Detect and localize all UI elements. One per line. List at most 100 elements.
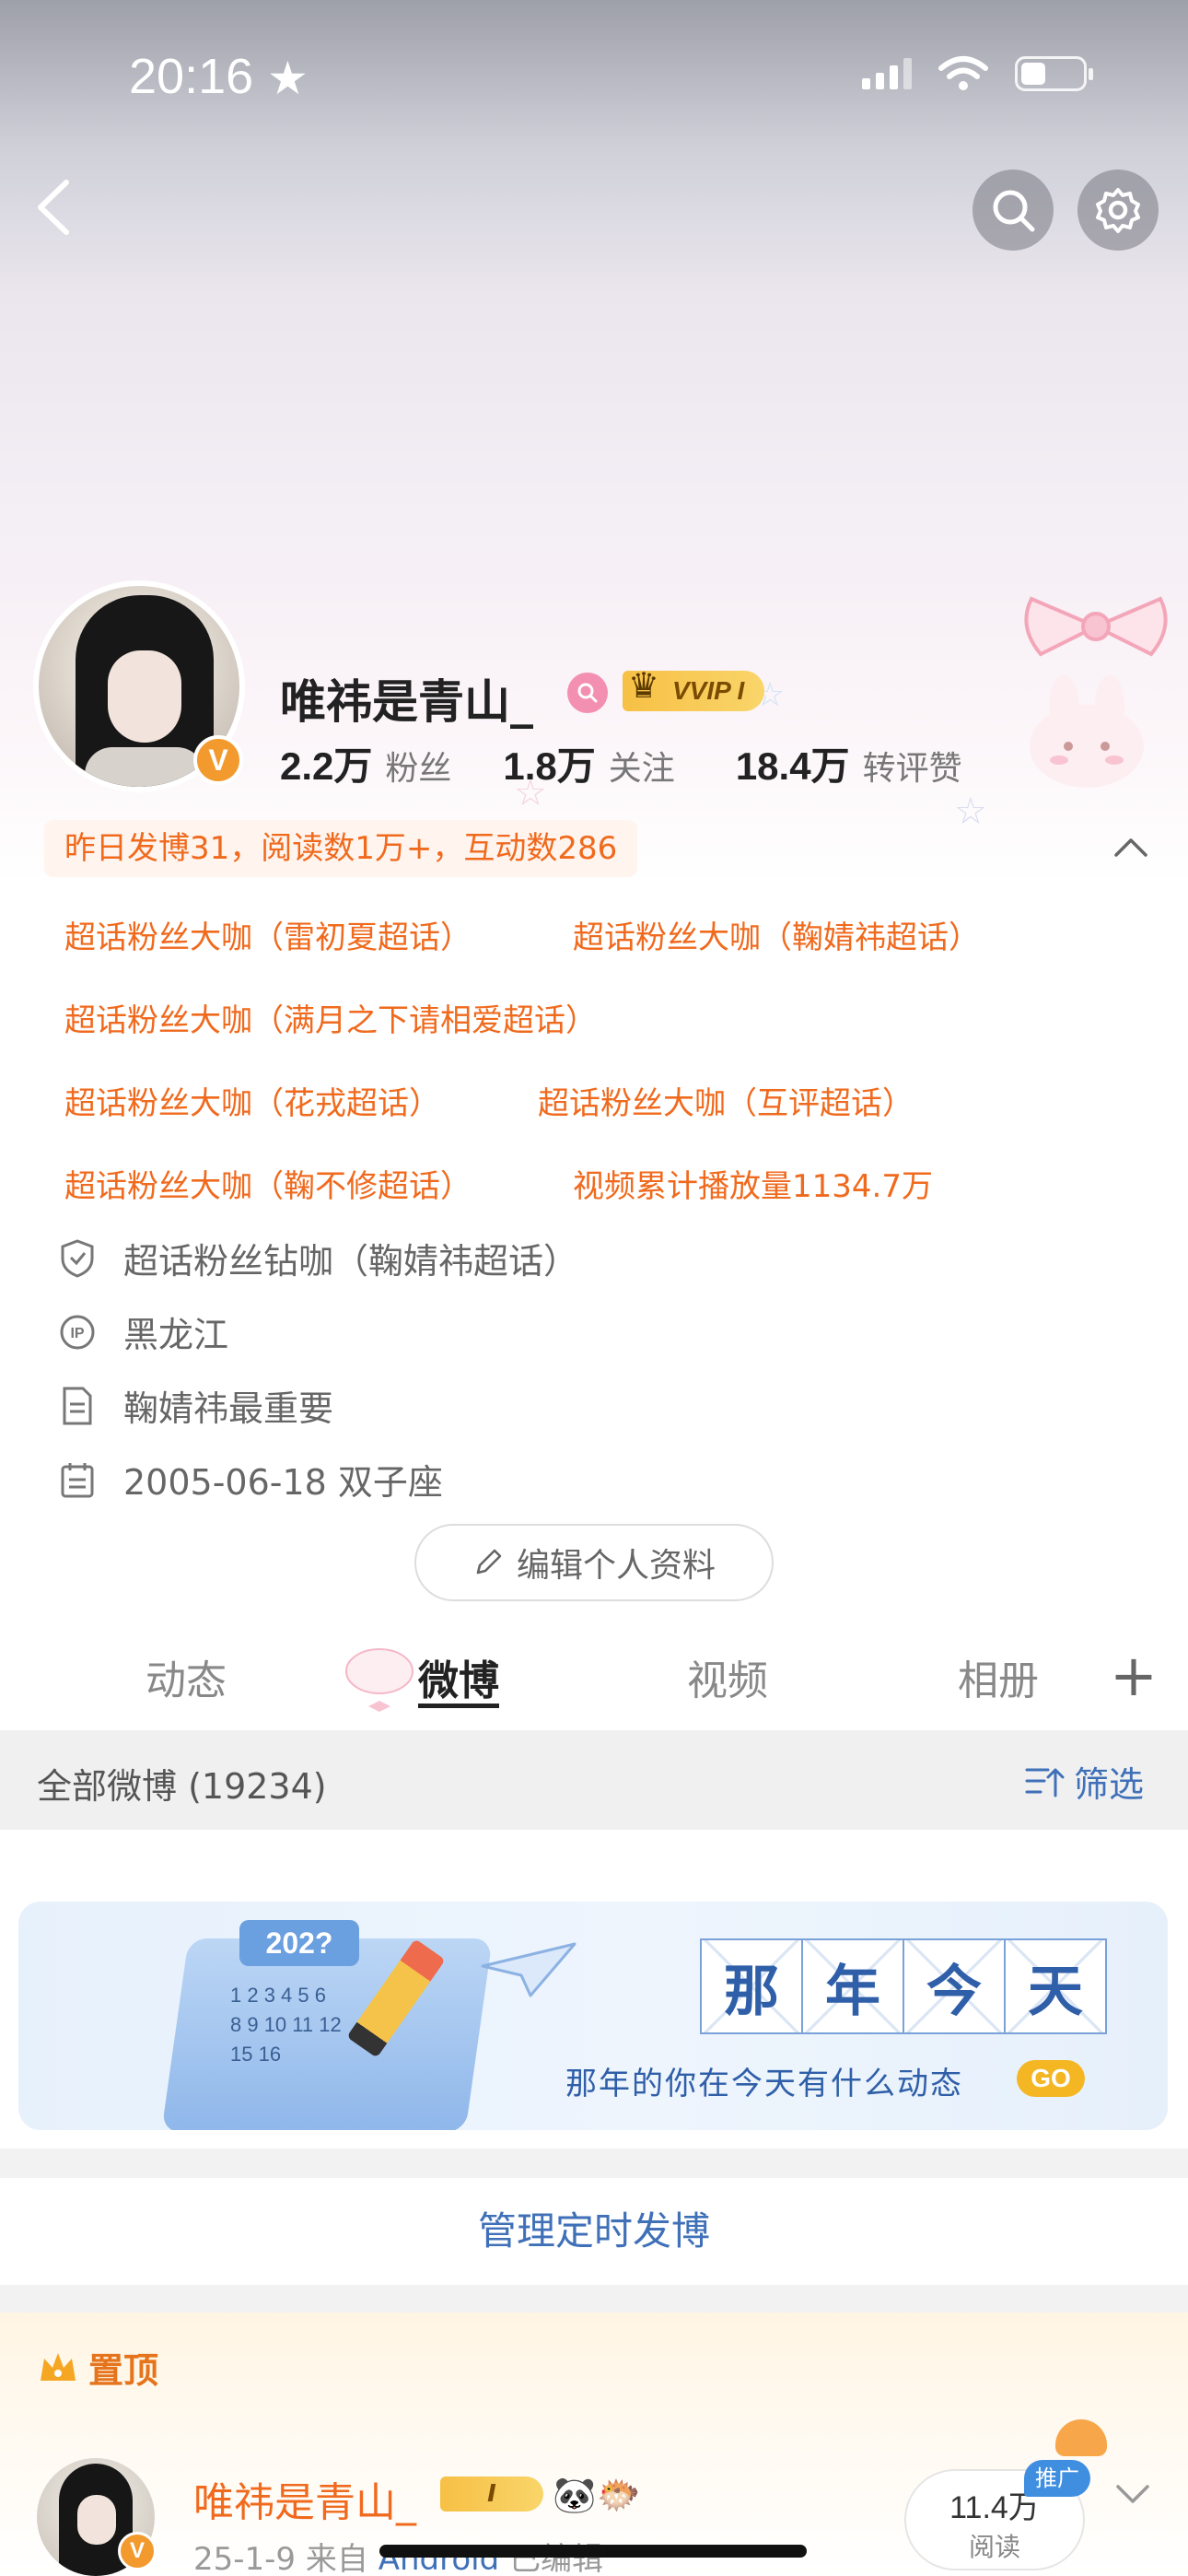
all-posts-count: 全部微博 (19234) xyxy=(37,1766,327,1807)
post-verified-badge: V xyxy=(118,2532,157,2570)
profile-tag[interactable]: 视频累计播放量1134.7万 xyxy=(573,1161,933,1206)
stat-label: 粉丝 xyxy=(385,750,452,788)
tab-album[interactable]: 相册 xyxy=(958,1647,1039,1706)
reads-label: 阅读 xyxy=(968,2532,1020,2562)
status-time: 20:16 xyxy=(129,49,254,104)
wifi-icon xyxy=(938,56,988,90)
info-row-ip: IP 黑龙江 xyxy=(57,1306,228,1357)
post-author[interactable]: 唯祎是青山_ xyxy=(193,2469,416,2528)
title-char: 那 xyxy=(700,1938,803,2034)
battery-icon xyxy=(1015,56,1093,91)
info-row-badge: 超话粉丝钻咖（鞠婧祎超话） xyxy=(57,1233,578,1283)
panda-icon: 🐼 xyxy=(553,2475,597,2515)
crown-icon xyxy=(41,2352,76,2381)
search-button[interactable] xyxy=(973,170,1054,251)
add-tab-icon[interactable]: + xyxy=(1110,1647,1158,1704)
stat-following[interactable]: 1.8万 关注 xyxy=(503,735,674,791)
shield-icon xyxy=(57,1238,98,1279)
status-icons xyxy=(862,55,1093,92)
post-date: 25-1-9 xyxy=(193,2541,297,2576)
bunny-decoration xyxy=(1030,675,1144,788)
username: 唯祎是青山_ xyxy=(280,675,533,729)
banner-subtitle: 那年的你在今天有什么动态 xyxy=(565,2066,963,2102)
svg-text:IP: IP xyxy=(70,1326,84,1341)
verified-badge: V xyxy=(193,735,243,785)
chevron-left-icon xyxy=(38,180,69,235)
filter-label: 筛选 xyxy=(1073,1764,1144,1805)
profile-tag[interactable]: 超话粉丝大咖（互评超话） xyxy=(538,1078,914,1123)
sleeping-cat-decoration xyxy=(1055,2419,1107,2456)
memory-banner[interactable]: 202? 1 2 3 4 5 6 8 9 10 11 12 15 16 那 年 … xyxy=(18,1902,1168,2130)
filter-icon xyxy=(1025,1768,1065,1797)
info-text: 超话粉丝钻咖（鞠婧祎超话） xyxy=(123,1241,579,1282)
pinned-text: 置顶 xyxy=(88,2350,159,2391)
info-text: 鞠婧祎最重要 xyxy=(123,1388,334,1429)
document-icon xyxy=(57,1386,98,1426)
info-row-birthday: 2005-06-18 双子座 xyxy=(57,1454,443,1505)
home-indicator[interactable] xyxy=(379,2545,807,2558)
calendar-icon xyxy=(57,1459,98,1500)
divider xyxy=(0,2285,1188,2313)
paper-plane-icon xyxy=(481,1942,577,1997)
calendar-row: 15 16 xyxy=(230,2043,282,2066)
fish-icon: 🐡 xyxy=(597,2475,641,2515)
settings-button[interactable] xyxy=(1077,170,1159,251)
filter-button[interactable]: 筛选 xyxy=(1024,1756,1144,1807)
pinned-post[interactable]: 置顶 唯祎是青山_ I 🐼 🐡 25-1-9 来自 Android 已编辑 11… xyxy=(0,2313,1188,2576)
stat-number: 1.8万 xyxy=(503,744,596,788)
profile-tag[interactable]: 超话粉丝大咖（雷初夏超话） xyxy=(64,912,472,957)
calendar-grid: 1 2 3 4 5 6 8 9 10 11 12 15 16 xyxy=(230,1981,342,2069)
stat-label: 关注 xyxy=(608,750,675,788)
divider xyxy=(0,2149,1188,2178)
star-decoration: ☆ xyxy=(954,790,987,833)
gear-icon xyxy=(1096,188,1140,233)
promote-tag[interactable]: 推广 xyxy=(1024,2460,1090,2497)
stat-followers[interactable]: 2.2万 粉丝 xyxy=(280,735,451,791)
feed-filter-bar: 全部微博 (19234) 筛选 xyxy=(0,1730,1188,1830)
title-char: 今 xyxy=(903,1938,1006,2034)
memory-banner-section: 202? 1 2 3 4 5 6 8 9 10 11 12 15 16 那 年 … xyxy=(0,1830,1188,2149)
chevron-down-icon[interactable] xyxy=(1114,2482,1151,2506)
tab-activity[interactable]: 动态 xyxy=(146,1647,227,1706)
info-row-bio: 鞠婧祎最重要 xyxy=(57,1380,333,1431)
title-char: 年 xyxy=(801,1938,904,2034)
stat-label: 转评赞 xyxy=(862,750,962,788)
pencil-icon xyxy=(476,1549,502,1575)
stat-number: 2.2万 xyxy=(280,744,373,788)
title-char: 天 xyxy=(1004,1938,1107,2034)
profile-tag[interactable]: 超话粉丝大咖（鞠婧祎超话） xyxy=(573,912,980,957)
daily-summary[interactable]: 昨日发博31，阅读数1万+，互动数286 xyxy=(44,820,638,877)
search-icon xyxy=(993,190,1035,232)
profile-tag[interactable]: 超话粉丝大咖（鞠不修超话） xyxy=(64,1161,472,1206)
stat-interactions[interactable]: 18.4万 转评赞 xyxy=(736,735,962,791)
magnifier-badge-icon[interactable] xyxy=(567,673,608,713)
tab-weibo[interactable]: 微博 xyxy=(418,1647,499,1706)
info-text: 2005-06-18 双子座 xyxy=(123,1462,443,1503)
edit-profile-button[interactable]: 编辑个人资料 xyxy=(414,1524,774,1601)
edit-profile-label: 编辑个人资料 xyxy=(516,1547,716,1585)
banner-title: 那 年 今 天 xyxy=(700,1938,1107,2034)
ip-icon: IP xyxy=(57,1312,98,1352)
calendar-year: 202? xyxy=(239,1920,359,1966)
calendar-row: 1 2 3 4 5 6 xyxy=(230,1984,326,2007)
info-text: 黑龙江 xyxy=(123,1315,229,1355)
crown-icon: ♛ xyxy=(628,665,660,706)
profile-tabs: 动态 微博 视频 相册 + xyxy=(0,1631,1188,1732)
chevron-up-icon[interactable] xyxy=(1112,835,1149,859)
go-button[interactable]: GO xyxy=(1017,2060,1085,2097)
post-vip-label: I xyxy=(487,2480,496,2508)
manage-scheduled-posts-button[interactable]: 管理定时发博 xyxy=(0,2178,1188,2285)
profile-tag[interactable]: 超话粉丝大咖（满月之下请相爱超话） xyxy=(64,995,597,1040)
signal-icon xyxy=(862,58,912,89)
bunny-tab-decoration xyxy=(345,1648,413,1712)
post-vip-badge: I xyxy=(440,2476,543,2512)
star-icon: ★ xyxy=(267,52,309,105)
pinned-label: 置顶 xyxy=(37,2342,158,2393)
post-from: 来自 xyxy=(305,2541,368,2576)
profile-stats: 2.2万 粉丝 1.8万 关注 18.4万 转评赞 xyxy=(280,735,962,791)
calendar-row: 8 9 10 11 12 xyxy=(230,2013,342,2036)
tab-video[interactable]: 视频 xyxy=(687,1647,768,1706)
back-button[interactable] xyxy=(26,175,81,240)
bow-decoration xyxy=(1024,596,1168,657)
profile-tag[interactable]: 超话粉丝大咖（花戎超话） xyxy=(64,1078,440,1123)
